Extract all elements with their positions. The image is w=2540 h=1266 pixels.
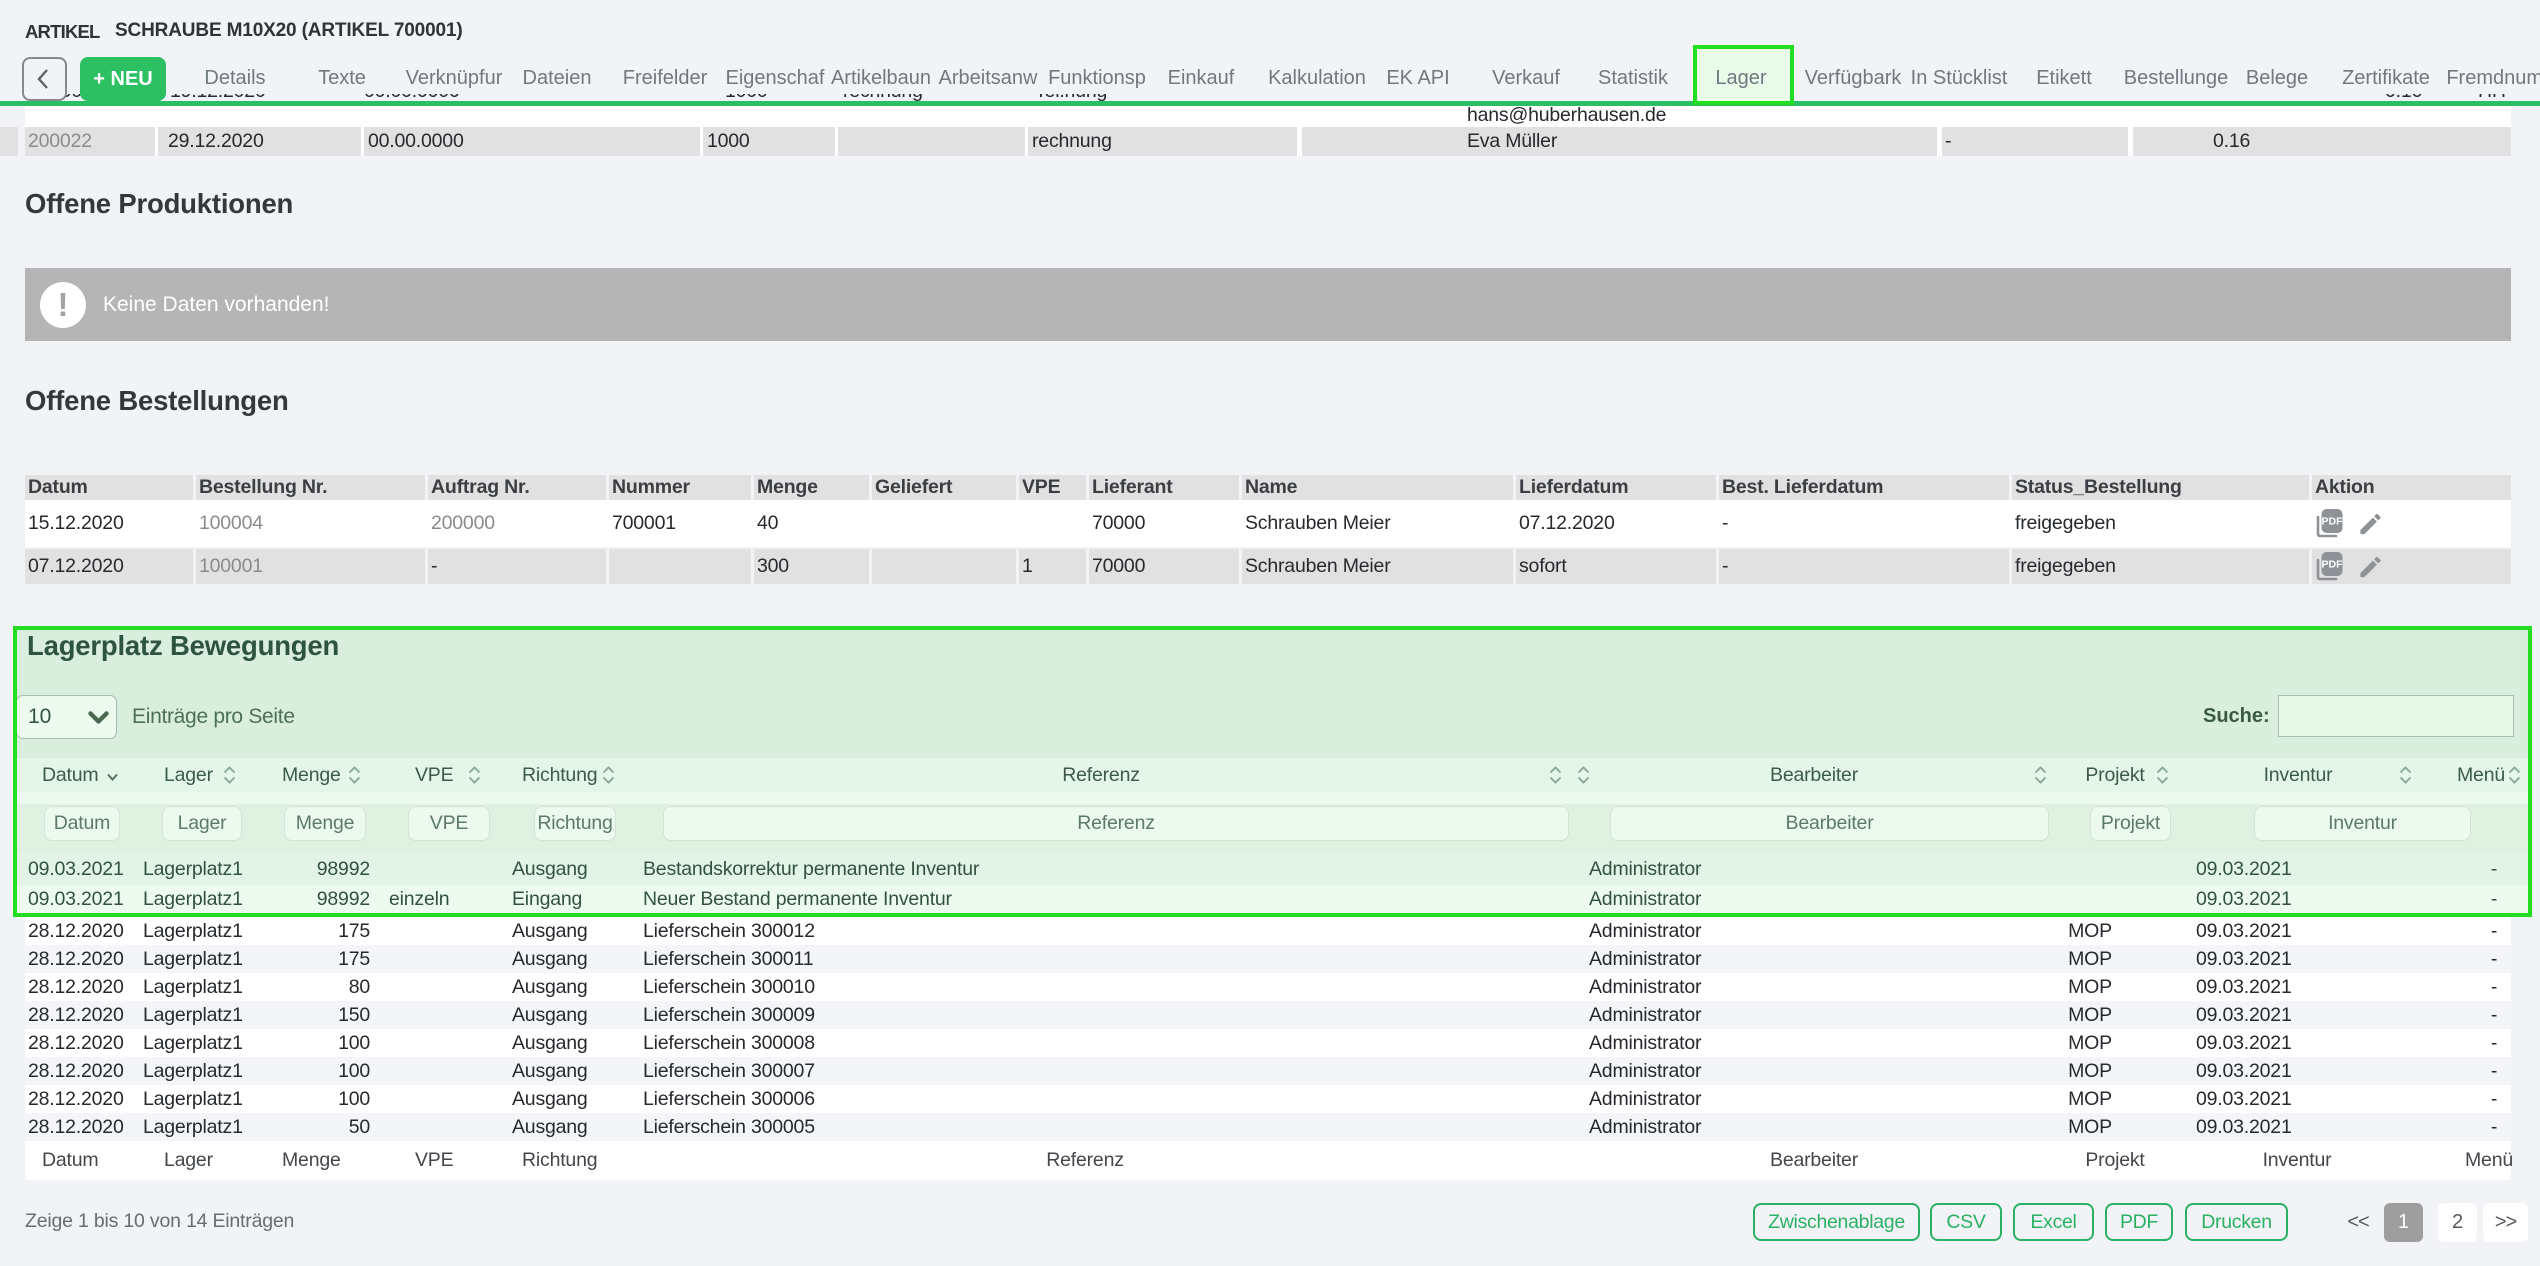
svg-text:PDF: PDF bbox=[2322, 516, 2344, 528]
svg-text:PDF: PDF bbox=[2322, 559, 2344, 571]
